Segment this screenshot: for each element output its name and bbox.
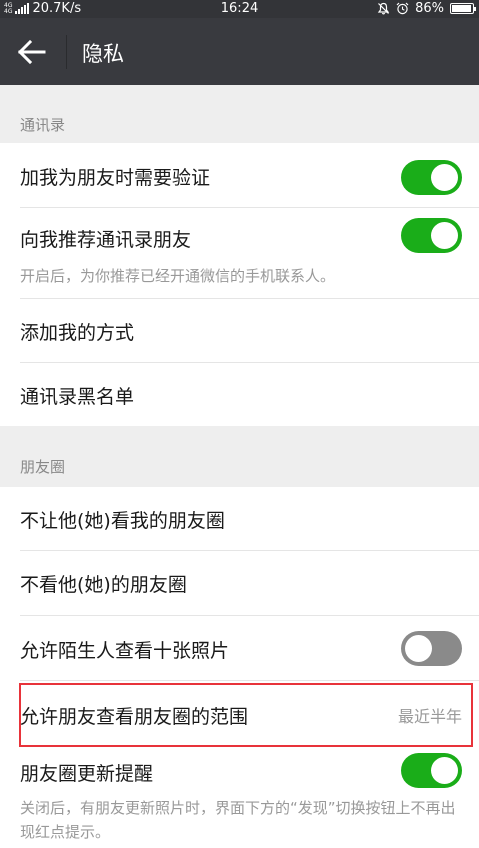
hide-their-moments-row[interactable]: 不看他(她)的朋友圈 bbox=[0, 551, 479, 615]
app-bar: 隐私 bbox=[0, 18, 479, 85]
section-title-contacts: 通讯录 bbox=[20, 116, 66, 134]
page-title: 隐私 bbox=[82, 42, 124, 66]
toggle-knob bbox=[431, 164, 458, 191]
status-right: 86% bbox=[377, 1, 476, 16]
recommend-contacts-toggle[interactable] bbox=[401, 218, 462, 253]
toggle-knob bbox=[405, 635, 432, 662]
battery-icon bbox=[450, 3, 476, 14]
arrow-left-icon bbox=[17, 39, 46, 65]
update-reminder-row[interactable]: 朋友圈更新提醒 关闭后，有朋友更新照片时，界面下方的“发现”切换按钮上不再出现红… bbox=[0, 750, 479, 848]
recommend-contacts-row[interactable]: 向我推荐通讯录朋友 开启后，为你推荐已经开通微信的手机联系人。 bbox=[0, 208, 479, 298]
add-methods-row[interactable]: 添加我的方式 bbox=[0, 299, 479, 362]
mute-icon bbox=[377, 2, 390, 15]
section-title-moments: 朋友圈 bbox=[20, 458, 66, 476]
require-verification-row[interactable]: 加我为朋友时需要验证 bbox=[0, 143, 479, 207]
hide-their-moments-label: 不看他(她)的朋友圈 bbox=[20, 574, 187, 596]
stranger-photos-toggle[interactable] bbox=[401, 631, 462, 666]
hide-my-moments-row[interactable]: 不让他(她)看我的朋友圈 bbox=[0, 487, 479, 550]
toggle-knob bbox=[431, 222, 458, 249]
battery-percent: 86% bbox=[415, 1, 444, 16]
back-button[interactable] bbox=[16, 37, 48, 67]
hide-my-moments-label: 不让他(她)看我的朋友圈 bbox=[20, 510, 225, 532]
update-reminder-toggle[interactable] bbox=[401, 753, 462, 788]
recommend-contacts-hint: 开启后，为你推荐已经开通微信的手机联系人。 bbox=[20, 267, 336, 285]
update-reminder-label: 朋友圈更新提醒 bbox=[20, 763, 154, 785]
stranger-photos-label: 允许陌生人查看十张照片 bbox=[20, 640, 230, 662]
app-bar-divider bbox=[66, 35, 67, 69]
toggle-knob bbox=[431, 757, 458, 784]
section-header-contacts: 通讯录 bbox=[0, 85, 479, 143]
add-methods-label: 添加我的方式 bbox=[20, 322, 135, 344]
battery-level bbox=[452, 5, 471, 12]
recommend-contacts-label: 向我推荐通讯录朋友 bbox=[20, 229, 192, 251]
highlight-box bbox=[19, 683, 473, 747]
stranger-photos-row[interactable]: 允许陌生人查看十张照片 bbox=[0, 616, 479, 680]
require-verification-label: 加我为朋友时需要验证 bbox=[20, 167, 211, 189]
section-header-moments: 朋友圈 bbox=[0, 426, 479, 487]
update-reminder-hint: 关闭后，有朋友更新照片时，界面下方的“发现”切换按钮上不再出现红点提示。 bbox=[20, 799, 456, 841]
blacklist-label: 通讯录黑名单 bbox=[20, 386, 135, 408]
status-bar: 4G 4G 20.7K/s 16:24 86% bbox=[0, 0, 479, 18]
require-verification-toggle[interactable] bbox=[401, 160, 462, 195]
blacklist-row[interactable]: 通讯录黑名单 bbox=[0, 363, 479, 426]
alarm-icon bbox=[396, 2, 409, 15]
